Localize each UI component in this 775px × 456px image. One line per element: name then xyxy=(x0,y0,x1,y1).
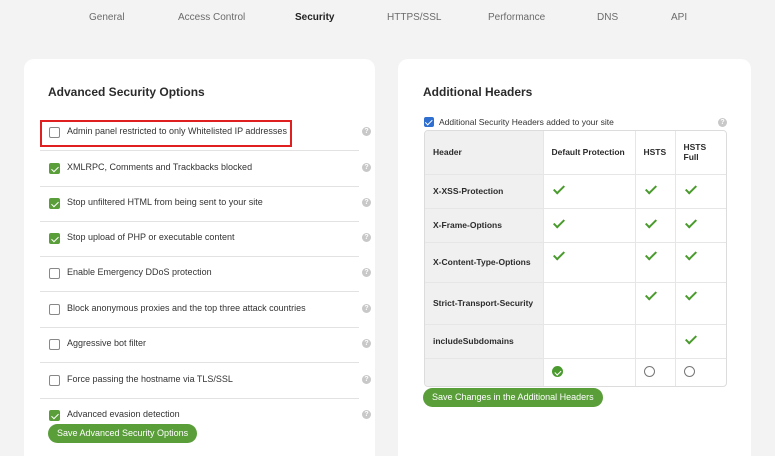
check-icon xyxy=(552,216,565,229)
option-label: XMLRPC, Comments and Trackbacks blocked xyxy=(67,162,253,172)
help-icon[interactable]: ? xyxy=(362,339,371,348)
table-row: X-XSS-Protection xyxy=(425,174,726,209)
option-block-proxies[interactable]: Block anonymous proxies and the top thre… xyxy=(40,293,371,328)
header-name: Strict-Transport-Security xyxy=(425,282,543,325)
help-icon[interactable]: ? xyxy=(362,127,371,136)
check-icon xyxy=(684,182,697,195)
table-row: Strict-Transport-Security xyxy=(425,282,726,325)
table-row: X-Frame-Options xyxy=(425,208,726,243)
radio-hsts[interactable] xyxy=(643,366,655,378)
column-header: HSTS Full xyxy=(674,131,726,175)
option-label: Advanced evasion detection xyxy=(67,409,180,419)
tab-security[interactable]: Security xyxy=(295,12,334,23)
check-icon xyxy=(552,182,565,195)
table-row: X-Content-Type-Options xyxy=(425,242,726,283)
header-name: X-XSS-Protection xyxy=(425,174,543,209)
column-header: HSTS xyxy=(634,131,675,175)
option-checkbox[interactable] xyxy=(49,339,60,350)
headers-checkbox[interactable] xyxy=(424,117,434,127)
check-icon xyxy=(644,287,657,301)
settings-tabs: General Access Control Security HTTPS/SS… xyxy=(0,0,775,36)
check-icon xyxy=(684,247,697,261)
option-checkbox[interactable] xyxy=(49,198,60,209)
additional-headers-title: Additional Headers xyxy=(423,85,533,99)
header-name: X-Frame-Options xyxy=(425,208,543,243)
option-xmlrpc-blocked[interactable]: XMLRPC, Comments and Trackbacks blocked … xyxy=(40,152,371,187)
option-checkbox[interactable] xyxy=(49,233,60,244)
help-icon[interactable]: ? xyxy=(362,233,371,242)
option-label: Force passing the hostname via TLS/SSL xyxy=(67,374,233,384)
option-force-hostname-tls[interactable]: Force passing the hostname via TLS/SSL ? xyxy=(40,364,371,399)
option-label: Stop unfiltered HTML from being sent to … xyxy=(67,197,263,207)
help-icon[interactable]: ? xyxy=(362,163,371,172)
option-advanced-evasion[interactable]: Advanced evasion detection ? xyxy=(40,399,371,421)
column-header: Header xyxy=(425,131,543,175)
help-icon[interactable]: ? xyxy=(362,198,371,207)
advanced-security-title: Advanced Security Options xyxy=(48,85,205,99)
option-unfiltered-html[interactable]: Stop unfiltered HTML from being sent to … xyxy=(40,187,371,222)
option-checkbox[interactable] xyxy=(49,163,60,174)
check-icon xyxy=(684,332,697,345)
check-icon xyxy=(644,182,657,195)
option-label: Block anonymous proxies and the top thre… xyxy=(67,303,306,313)
check-icon xyxy=(644,216,657,229)
option-checkbox[interactable] xyxy=(49,304,60,315)
highlight-box xyxy=(40,120,292,147)
option-checkbox[interactable] xyxy=(49,375,60,386)
save-additional-headers-button[interactable]: Save Changes in the Additional Headers xyxy=(423,388,603,407)
tab-access-control[interactable]: Access Control xyxy=(178,12,245,23)
tab-https-ssl[interactable]: HTTPS/SSL xyxy=(387,12,441,23)
radio-hsts-full[interactable] xyxy=(683,366,695,378)
help-icon[interactable]: ? xyxy=(718,118,727,127)
option-checkbox[interactable] xyxy=(49,410,60,421)
check-icon xyxy=(684,287,697,301)
table-row: includeSubdomains xyxy=(425,324,726,359)
header-name: includeSubdomains xyxy=(425,324,543,359)
help-icon[interactable]: ? xyxy=(362,410,371,419)
check-icon xyxy=(552,247,565,261)
tab-api[interactable]: API xyxy=(671,12,687,23)
tab-dns[interactable]: DNS xyxy=(597,12,618,23)
option-ddos-protection[interactable]: Enable Emergency DDoS protection ? xyxy=(40,257,371,292)
option-stop-php-upload[interactable]: Stop upload of PHP or executable content… xyxy=(40,222,371,257)
tab-performance[interactable]: Performance xyxy=(488,12,545,23)
check-icon xyxy=(684,216,697,229)
option-label: Enable Emergency DDoS protection xyxy=(67,267,212,277)
help-icon[interactable]: ? xyxy=(362,304,371,313)
help-icon[interactable]: ? xyxy=(362,268,371,277)
header-name: X-Content-Type-Options xyxy=(425,242,543,283)
headers-table: Header Default Protection HSTS HSTS Full… xyxy=(424,130,727,387)
profile-select-row xyxy=(425,358,726,386)
check-icon xyxy=(644,247,657,261)
help-icon[interactable]: ? xyxy=(362,375,371,384)
radio-default-protection[interactable] xyxy=(551,366,563,378)
option-checkbox[interactable] xyxy=(49,268,60,279)
column-header: Default Protection xyxy=(542,131,635,175)
headers-checkbox-label: Additional Security Headers added to you… xyxy=(439,117,614,127)
tab-general[interactable]: General xyxy=(89,12,125,23)
option-label: Stop upload of PHP or executable content xyxy=(67,232,235,242)
option-label: Aggressive bot filter xyxy=(67,338,147,348)
table-header-row: Header Default Protection HSTS HSTS Full xyxy=(425,131,726,175)
option-aggressive-bot-filter[interactable]: Aggressive bot filter ? xyxy=(40,328,371,363)
save-advanced-security-button[interactable]: Save Advanced Security Options xyxy=(48,424,198,443)
